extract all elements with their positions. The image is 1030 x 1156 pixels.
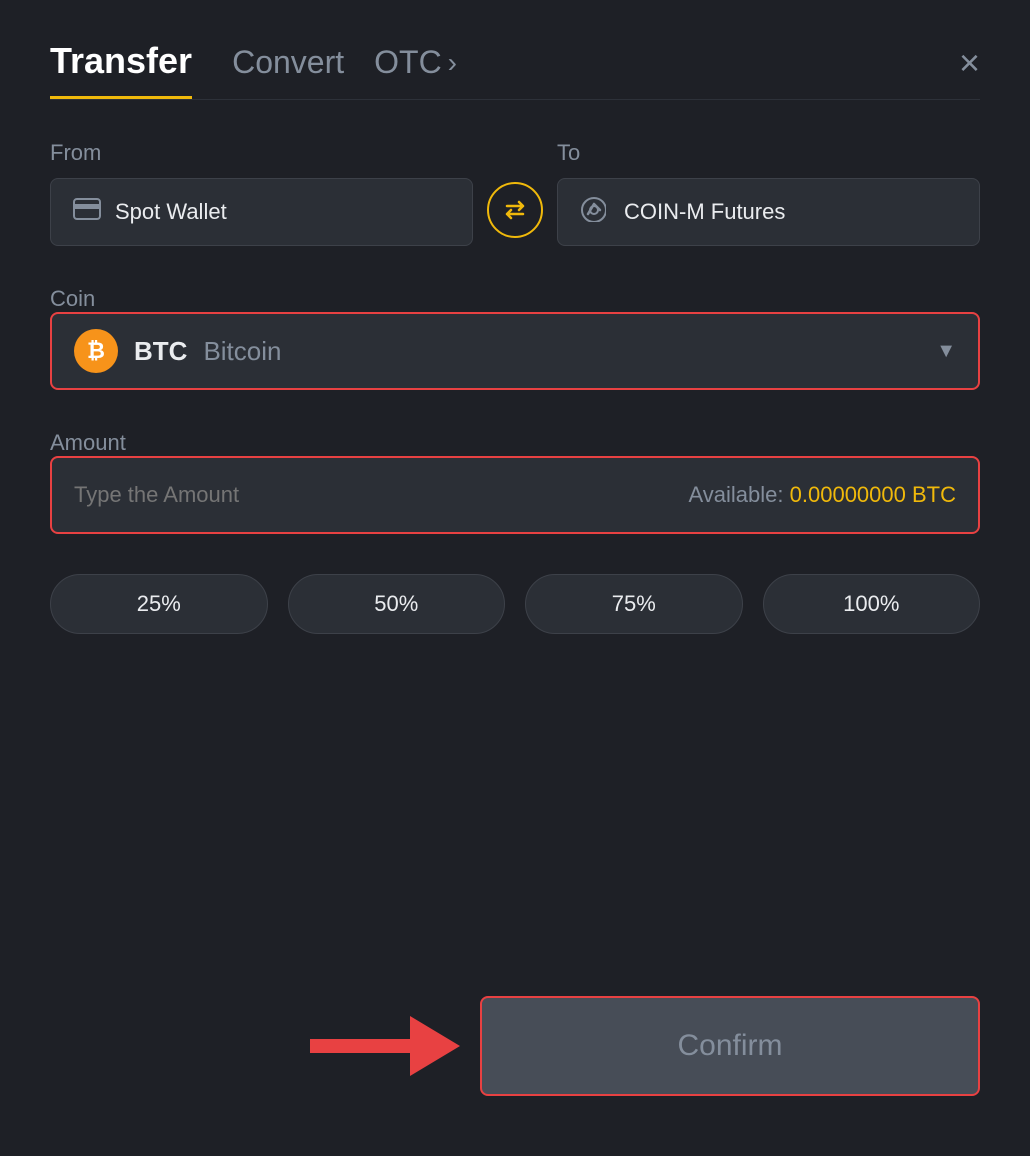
swap-button[interactable]	[487, 182, 543, 238]
pct-100-button[interactable]: 100%	[763, 574, 981, 634]
confirm-button[interactable]: Confirm	[480, 996, 980, 1096]
to-wallet-select[interactable]: COIN-M Futures	[557, 178, 980, 246]
percentage-row: 25% 50% 75% 100%	[50, 574, 980, 634]
from-wallet-select[interactable]: Spot Wallet	[50, 178, 473, 246]
swap-container	[473, 182, 557, 246]
pct-25-button[interactable]: 25%	[50, 574, 268, 634]
pct-50-button[interactable]: 50%	[288, 574, 506, 634]
available-unit: BTC	[912, 482, 956, 507]
coin-symbol: BTC	[134, 336, 187, 367]
arrow-container	[280, 1016, 480, 1076]
coin-select[interactable]: ₿ BTC Bitcoin ▼	[50, 312, 980, 390]
available-number: 0.00000000	[790, 482, 906, 507]
tab-otc[interactable]: OTC ›	[374, 44, 457, 95]
coin-full-name: Bitcoin	[203, 336, 281, 367]
arrow-head	[410, 1016, 460, 1076]
to-column: To COIN-M Futures	[557, 140, 980, 246]
close-button[interactable]: ×	[959, 45, 980, 95]
transfer-modal: Transfer Convert OTC › × From Spot Walle…	[0, 0, 1030, 1156]
tab-otc-chevron: ›	[448, 47, 457, 79]
available-label: Available:	[689, 482, 784, 507]
coin-label: Coin	[50, 286, 95, 311]
amount-available: Available: 0.00000000 BTC	[689, 482, 956, 508]
bottom-area: Confirm	[50, 996, 980, 1096]
tab-convert[interactable]: Convert	[232, 44, 344, 95]
available-value: 0.00000000 BTC	[790, 482, 956, 507]
to-label: To	[557, 140, 980, 166]
amount-section: Amount Available: 0.00000000 BTC	[50, 430, 980, 534]
red-arrow	[310, 1016, 460, 1076]
from-wallet-name: Spot Wallet	[115, 199, 227, 225]
from-to-section: From Spot Wallet To	[50, 140, 980, 246]
coin-dropdown-chevron: ▼	[936, 340, 956, 363]
tab-otc-label: OTC	[374, 44, 442, 81]
amount-label: Amount	[50, 430, 126, 455]
amount-input-box: Available: 0.00000000 BTC	[50, 456, 980, 534]
header-divider	[50, 99, 980, 100]
btc-symbol: ₿	[87, 338, 105, 364]
amount-input[interactable]	[74, 482, 274, 508]
pct-75-button[interactable]: 75%	[525, 574, 743, 634]
arrow-shaft	[310, 1039, 410, 1053]
wallet-card-icon	[73, 198, 101, 226]
tab-bar: Transfer Convert OTC › ×	[50, 40, 980, 99]
btc-icon: ₿	[74, 329, 118, 373]
coin-section: Coin ₿ BTC Bitcoin ▼	[50, 286, 980, 390]
from-column: From Spot Wallet	[50, 140, 473, 246]
futures-icon	[580, 196, 606, 228]
to-wallet-name: COIN-M Futures	[624, 199, 785, 225]
tab-transfer[interactable]: Transfer	[50, 40, 192, 99]
from-label: From	[50, 140, 473, 166]
